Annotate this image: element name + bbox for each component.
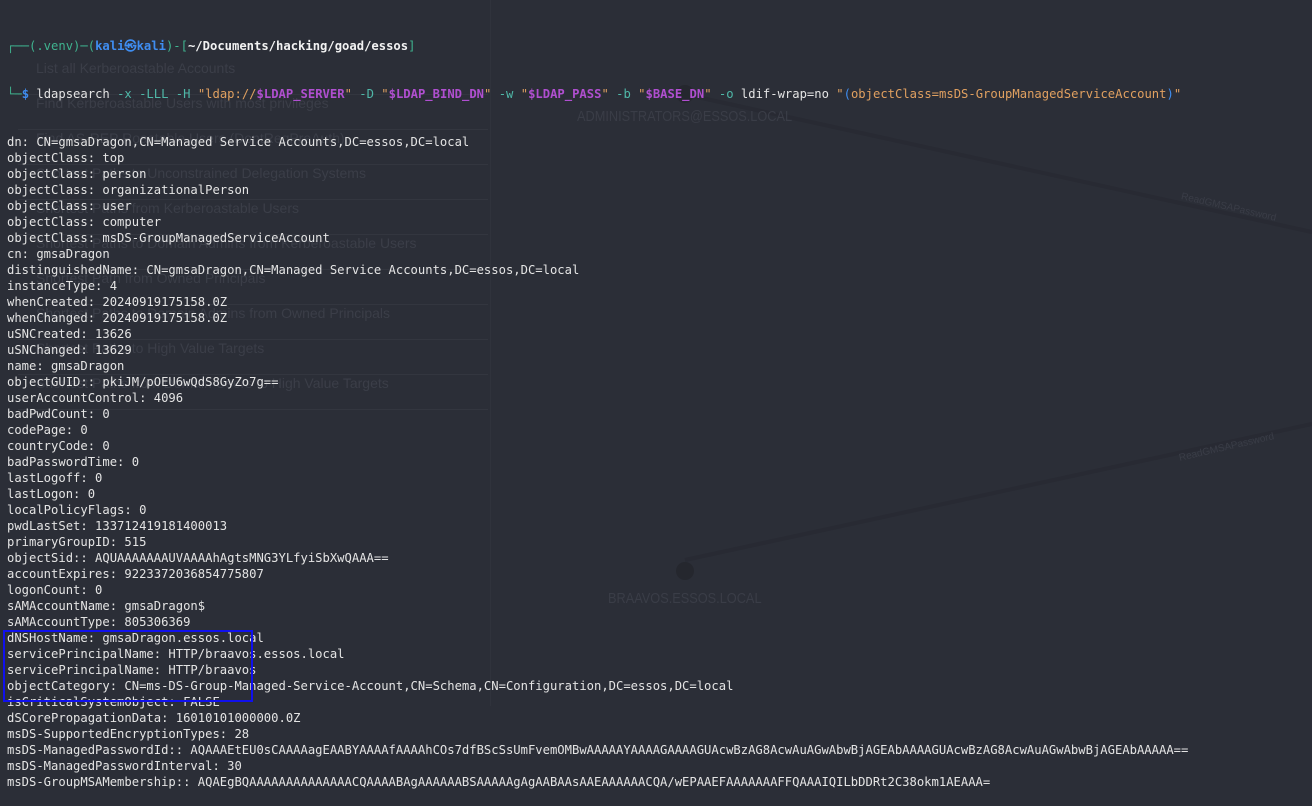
output-line: msDS-ManagedPasswordId:: AQAAAEtEU0sCAAA… [7, 743, 1189, 757]
command-arg: ) [1166, 87, 1174, 101]
output-line: msDS-ManagedPasswordInterval: 30 [7, 759, 242, 773]
output-line: whenChanged: 20240919175158.0Z [7, 311, 228, 325]
command-arg: $LDAP_SERVER [256, 87, 345, 101]
command-arg: ( [843, 87, 851, 101]
command-arg: " [344, 87, 352, 101]
command-arg: -o [711, 87, 741, 101]
output-line: badPwdCount: 0 [7, 407, 110, 421]
command-arg: " [836, 87, 844, 101]
output-line: sAMAccountType: 805306369 [7, 615, 191, 629]
edge-label: ReadGMSAPassword [1180, 191, 1278, 224]
output-line: msDS-SupportedEncryptionTypes: 28 [7, 727, 250, 741]
output-line: cn: gmsaDragon [7, 247, 110, 261]
command-arg: -b [608, 87, 639, 101]
command-arg: -w [491, 87, 521, 101]
command-arg: " [520, 87, 529, 101]
output-line: lastLogoff: 0 [7, 471, 103, 485]
prompt-box-drawing: )-[ [165, 39, 188, 53]
output-line: primaryGroupID: 515 [7, 535, 147, 549]
output-line: objectClass: top [7, 151, 125, 165]
command-arg: "ldap:// [197, 87, 257, 101]
output-line: uSNChanged: 13629 [7, 343, 132, 357]
output-line: pwdLastSet: 133712419181400013 [7, 519, 228, 533]
prompt-user-host: kali㉿kali [95, 39, 166, 53]
output-line: objectClass: msDS-GroupManagedServiceAcc… [7, 231, 330, 245]
output-line: name: gmsaDragon [7, 359, 125, 373]
edge-label: ReadGMSAPassword [1178, 431, 1276, 464]
command-arg: $LDAP_PASS [528, 87, 602, 101]
output-line: sAMAccountName: gmsaDragon$ [7, 599, 206, 613]
command-arg: ldif-wrap=no [740, 87, 837, 101]
command-arg: -x -LLL -H [109, 87, 198, 101]
output-line: distinguishedName: CN=gmsaDragon,CN=Mana… [7, 263, 580, 277]
command-line: └─$ ldapsearch -x -LLL -H "ldap://$LDAP_… [7, 86, 1188, 102]
prompt-header: ┌──(.venv)─(kali㉿kali)-[~/Documents/hack… [7, 38, 1188, 54]
output-line: codePage: 0 [7, 423, 88, 437]
prompt-cwd: ~/Documents/hacking/goad/essos [187, 39, 409, 53]
command-arg: " [381, 87, 389, 101]
output-line: logonCount: 0 [7, 583, 103, 597]
output-line: uSNCreated: 13626 [7, 327, 132, 341]
output-line: msDS-GroupMSAMembership:: AQAEgBQAAAAAAA… [7, 775, 991, 789]
output-line: objectGUID:: pkiJM/pOEU6wQdS8GyZo7g== [7, 375, 279, 389]
output-line: instanceType: 4 [7, 279, 118, 293]
output-line: userAccountControl: 4096 [7, 391, 184, 405]
output-line: lastLogon: 0 [7, 487, 96, 501]
output-line: objectSid:: AQUAAAAAAAUVAAAAhAgtsMNG3YLf… [7, 551, 389, 565]
highlight-box [3, 630, 253, 702]
command-arg: " [704, 87, 712, 101]
command-arg: " [601, 87, 609, 101]
output-line: accountExpires: 9223372036854775807 [7, 567, 264, 581]
prompt-box-drawing: ┌──(.venv)─( [7, 39, 96, 53]
command-arg: " [1173, 87, 1182, 101]
output-line: objectClass: user [7, 199, 132, 213]
prompt-box-drawing: ] [408, 39, 416, 53]
output-line: objectClass: computer [7, 215, 162, 229]
prompt-dollar: $ [21, 87, 30, 101]
output-line: badPasswordTime: 0 [7, 455, 140, 469]
output-line: objectClass: person [7, 167, 147, 181]
output-line: dSCorePropagationData: 16010101000000.0Z [7, 711, 301, 725]
output-line: countryCode: 0 [7, 439, 110, 453]
output-line: dn: CN=gmsaDragon,CN=Managed Service Acc… [7, 135, 470, 149]
output-line: objectClass: organizationalPerson [7, 183, 250, 197]
command-name: ldapsearch [36, 87, 110, 101]
command-arg: $BASE_DN [645, 87, 705, 101]
output-line: whenCreated: 20240919175158.0Z [7, 295, 228, 309]
prompt-box-drawing: └─ [7, 87, 22, 101]
command-arg: objectClass=msDS-GroupManagedServiceAcco… [850, 87, 1167, 101]
output-line: localPolicyFlags: 0 [7, 503, 147, 517]
command-arg: $LDAP_BIND_DN [388, 87, 485, 101]
command-arg: -D [351, 87, 382, 101]
